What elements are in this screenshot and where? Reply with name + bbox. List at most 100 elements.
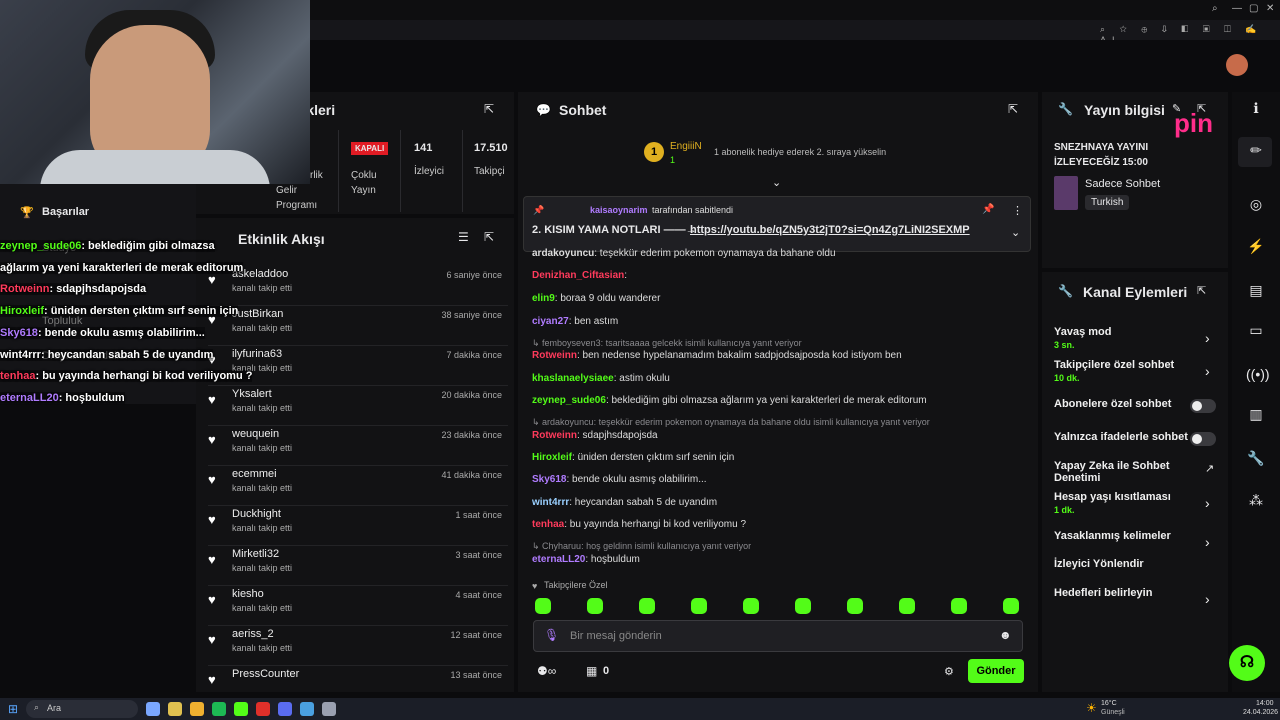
chat-username[interactable]: Sky618 bbox=[532, 474, 566, 485]
taskbar-search[interactable] bbox=[26, 700, 138, 718]
info-icon[interactable]: ℹ bbox=[1246, 100, 1266, 120]
action-label[interactable]: Yalnızca ifadelerle sohbet bbox=[1054, 431, 1194, 443]
community-icon[interactable]: ⁂ bbox=[1246, 492, 1266, 512]
search-icon[interactable]: ⌕ bbox=[1212, 3, 1218, 14]
chat-username[interactable]: Denizhan_Ciftasian bbox=[532, 270, 624, 281]
taskbar-app-icon[interactable] bbox=[300, 702, 314, 716]
taskbar-app-icon[interactable] bbox=[190, 702, 204, 716]
chevron-right-icon[interactable]: › bbox=[1205, 534, 1210, 550]
taskbar-app-icon[interactable] bbox=[234, 702, 248, 716]
follower-name[interactable]: ecemmei bbox=[232, 468, 277, 480]
list-item[interactable]: ♥ aeriss_2 kanalı takip etti 12 saat önce bbox=[208, 626, 508, 666]
emote-icon[interactable] bbox=[899, 598, 915, 614]
more-icon[interactable]: ⋮ bbox=[1012, 204, 1023, 217]
emote-icon[interactable] bbox=[743, 598, 759, 614]
chat-username[interactable]: ardakoyuncu bbox=[532, 248, 594, 259]
action-label[interactable]: İzleyici Yönlendir bbox=[1054, 558, 1194, 570]
list-item[interactable]: ♥ Duckhight kanalı takip etti 1 saat önce bbox=[208, 506, 508, 546]
chat-username[interactable]: Rotweinn bbox=[532, 430, 577, 441]
taskbar-app-icon[interactable] bbox=[168, 702, 182, 716]
pinned-link[interactable]: https://youtu.be/qZN5y3t2jT0?si=Qn4Zg7Li… bbox=[690, 224, 970, 236]
toggle-switch[interactable] bbox=[1190, 432, 1216, 446]
list-item[interactable]: ♥ Mirketli32 kanalı takip etti 3 saat önce bbox=[208, 546, 508, 586]
list-item[interactable]: ♥ askeladdoo kanalı takip etti 6 saniye önc… bbox=[208, 266, 508, 306]
minimize-icon[interactable]: — bbox=[1232, 3, 1242, 14]
emote-icon[interactable] bbox=[639, 598, 655, 614]
follower-name[interactable]: aeriss_2 bbox=[232, 628, 274, 640]
support-button[interactable]: ☊ bbox=[1229, 645, 1265, 681]
expand-icon[interactable]: ⇱ bbox=[484, 230, 494, 244]
chat-username[interactable]: Rotweinn bbox=[532, 350, 577, 361]
sidebar-item-achievements[interactable]: Başarılar bbox=[42, 206, 89, 218]
close-icon[interactable]: ✕ bbox=[1266, 3, 1274, 14]
store-icon[interactable]: ▦ bbox=[586, 664, 597, 678]
camera-icon[interactable]: ◎ bbox=[1246, 196, 1266, 216]
list-item[interactable]: ♥ ecemmei kanalı takip etti 41 dakika önce bbox=[208, 466, 508, 506]
emote-icon[interactable] bbox=[847, 598, 863, 614]
list-item[interactable]: ♥ JustBirkan kanalı takip etti 38 saniye ön… bbox=[208, 306, 508, 346]
follower-name[interactable]: weuquein bbox=[232, 428, 279, 440]
follower-name[interactable]: ilyfurina63 bbox=[232, 348, 282, 360]
external-link-icon[interactable]: ↗ bbox=[1205, 462, 1214, 475]
list-item[interactable]: ♥ ilyfurina63 kanalı takip etti 7 dakika ön… bbox=[208, 346, 508, 386]
windows-start-icon[interactable]: ⊞ bbox=[8, 702, 18, 716]
emoji-icon[interactable]: ☻ bbox=[999, 628, 1012, 642]
filter-icon[interactable]: ☰ bbox=[458, 230, 469, 244]
layout-icon[interactable]: ▥ bbox=[1246, 406, 1266, 426]
list-item[interactable]: ♥ weuquein kanalı takip etti 23 dakika önce bbox=[208, 426, 508, 466]
chat-username[interactable]: tenhaa bbox=[532, 519, 564, 530]
expand-icon[interactable]: ⇱ bbox=[1197, 284, 1206, 297]
chevron-right-icon[interactable]: › bbox=[1205, 495, 1210, 511]
action-label[interactable]: Yasaklanmış kelimeler bbox=[1054, 530, 1194, 542]
gear-icon[interactable]: ⚙ bbox=[944, 665, 954, 678]
taskbar-app-icon[interactable] bbox=[146, 702, 160, 716]
chat-username[interactable]: wint4rrr bbox=[532, 497, 569, 508]
emote-icon[interactable] bbox=[1003, 598, 1019, 614]
wrench-icon[interactable]: 🔧 bbox=[1246, 450, 1266, 470]
expand-icon[interactable]: ⇱ bbox=[1008, 102, 1018, 116]
action-label[interactable]: Abonelere özel sohbet bbox=[1054, 398, 1194, 410]
chat-username[interactable]: zeynep_sude06 bbox=[532, 395, 606, 406]
emote-icon[interactable] bbox=[951, 598, 967, 614]
follower-name[interactable]: kiesho bbox=[232, 588, 264, 600]
chevron-right-icon[interactable]: › bbox=[1205, 591, 1210, 607]
follower-name[interactable]: Mirketli32 bbox=[232, 548, 279, 560]
chevron-down-icon[interactable]: ⌄ bbox=[1011, 226, 1020, 239]
pencil-icon[interactable]: ✏ bbox=[1246, 142, 1266, 162]
chat-username[interactable]: elin9 bbox=[532, 293, 555, 304]
follower-name[interactable]: JustBirkan bbox=[232, 308, 283, 320]
expand-icon[interactable]: ⇱ bbox=[484, 102, 494, 116]
microphone-icon[interactable]: 🎙 bbox=[544, 628, 559, 642]
chat-username[interactable]: ciyan27 bbox=[532, 316, 569, 327]
avatar[interactable] bbox=[1226, 54, 1248, 76]
emote-icon[interactable] bbox=[587, 598, 603, 614]
action-label[interactable]: Takipçilere özel sohbet bbox=[1054, 359, 1194, 371]
list-item[interactable]: ♥ kiesho kanalı takip etti 4 saat önce bbox=[208, 586, 508, 626]
action-label[interactable]: Hedefleri belirleyin bbox=[1054, 587, 1194, 599]
points-icon[interactable]: ⚉∞ bbox=[537, 664, 556, 678]
chevron-right-icon[interactable]: › bbox=[1205, 363, 1210, 379]
maximize-icon[interactable]: ▢ bbox=[1249, 3, 1258, 14]
chat-icon[interactable]: ▭ bbox=[1246, 322, 1266, 342]
chat-username[interactable]: eternaLL20 bbox=[532, 554, 585, 565]
emote-icon[interactable] bbox=[795, 598, 811, 614]
taskbar-app-icon[interactable] bbox=[256, 702, 270, 716]
emote-icon[interactable] bbox=[691, 598, 707, 614]
follower-name[interactable]: PressCounter bbox=[232, 668, 299, 680]
list-item[interactable]: ♥ Yksalert kanalı takip etti 20 dakika önce bbox=[208, 386, 508, 426]
action-label[interactable]: Hesap yaşı kısıtlaması bbox=[1054, 491, 1194, 503]
taskbar-app-icon[interactable] bbox=[212, 702, 226, 716]
chevron-down-icon[interactable]: ⌄ bbox=[772, 176, 781, 189]
follower-name[interactable]: Duckhight bbox=[232, 508, 281, 520]
toggle-switch[interactable] bbox=[1190, 399, 1216, 413]
emote-icon[interactable] bbox=[535, 598, 551, 614]
unpin-icon[interactable]: 📌 bbox=[982, 204, 994, 215]
action-label[interactable]: Yavaş mod bbox=[1054, 326, 1194, 338]
chat-username[interactable]: Hiroxleif bbox=[532, 452, 572, 463]
chevron-right-icon[interactable]: › bbox=[1205, 330, 1210, 346]
chat-username[interactable]: khaslanaelysiaee bbox=[532, 373, 614, 384]
action-label[interactable]: Yapay Zeka ile Sohbet Denetimi bbox=[1054, 460, 1194, 484]
document-icon[interactable]: ▤ bbox=[1246, 282, 1266, 302]
taskbar-app-icon[interactable] bbox=[322, 702, 336, 716]
taskbar-app-icon[interactable] bbox=[278, 702, 292, 716]
